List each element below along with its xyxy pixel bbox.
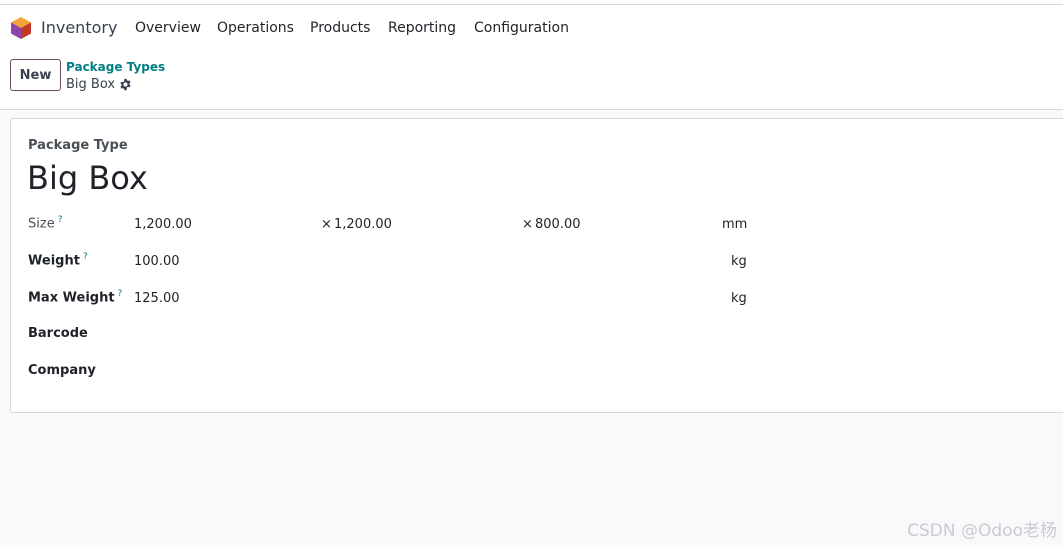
max-weight-help-icon[interactable]: ? <box>118 289 123 299</box>
size-width-prefix: × <box>321 217 332 232</box>
weight-input[interactable]: 100.00 <box>134 254 180 269</box>
max-weight-label-text: Max Weight <box>28 290 115 306</box>
barcode-input[interactable] <box>134 326 734 344</box>
company-label: Company <box>28 363 96 378</box>
app-name[interactable]: Inventory <box>41 18 117 37</box>
size-unit: mm <box>722 217 748 232</box>
nav-item-operations[interactable]: Operations <box>217 20 294 36</box>
control-panel: New Package Types Big Box <box>0 52 1063 108</box>
nav-item-overview[interactable]: Overview <box>135 20 201 36</box>
size-label-text: Size <box>28 216 55 232</box>
weight-unit: kg <box>731 254 747 269</box>
max-weight-input[interactable]: 125.00 <box>134 291 180 306</box>
top-bar: Inventory Overview Operations Products R… <box>0 0 1063 110</box>
form-kind-label: Package Type <box>28 138 128 153</box>
inventory-app-icon[interactable] <box>10 16 32 40</box>
company-input[interactable] <box>134 363 734 381</box>
size-height-input[interactable]: 800.00 <box>535 217 581 232</box>
size-label: Size? <box>28 215 62 231</box>
nav-item-products[interactable]: Products <box>310 20 370 36</box>
watermark: CSDN @Odoo老杨 <box>907 521 1057 541</box>
package-name-field[interactable]: Big Box <box>27 159 148 197</box>
weight-label: Weight? <box>28 252 88 268</box>
weight-help-icon[interactable]: ? <box>83 252 88 262</box>
max-weight-label: Max Weight? <box>28 289 122 305</box>
main-navbar: Inventory Overview Operations Products R… <box>0 8 1063 48</box>
form-sheet: Package Type Big Box Size? 1,200.00 × 1,… <box>10 118 1063 413</box>
size-height-prefix: × <box>522 217 533 232</box>
size-help-icon[interactable]: ? <box>58 215 63 225</box>
gear-icon[interactable] <box>119 78 132 91</box>
new-button[interactable]: New <box>10 59 61 91</box>
size-width-input[interactable]: 1,200.00 <box>334 217 392 232</box>
barcode-label: Barcode <box>28 326 88 341</box>
size-length-input[interactable]: 1,200.00 <box>134 217 192 232</box>
nav-item-configuration[interactable]: Configuration <box>474 20 569 36</box>
max-weight-unit: kg <box>731 291 747 306</box>
breadcrumb: Big Box <box>66 77 132 92</box>
breadcrumb-current: Big Box <box>66 77 116 92</box>
nav-item-reporting[interactable]: Reporting <box>388 20 456 36</box>
weight-label-text: Weight <box>28 253 80 269</box>
top-divider <box>0 4 1063 5</box>
breadcrumb-parent[interactable]: Package Types <box>66 60 165 74</box>
